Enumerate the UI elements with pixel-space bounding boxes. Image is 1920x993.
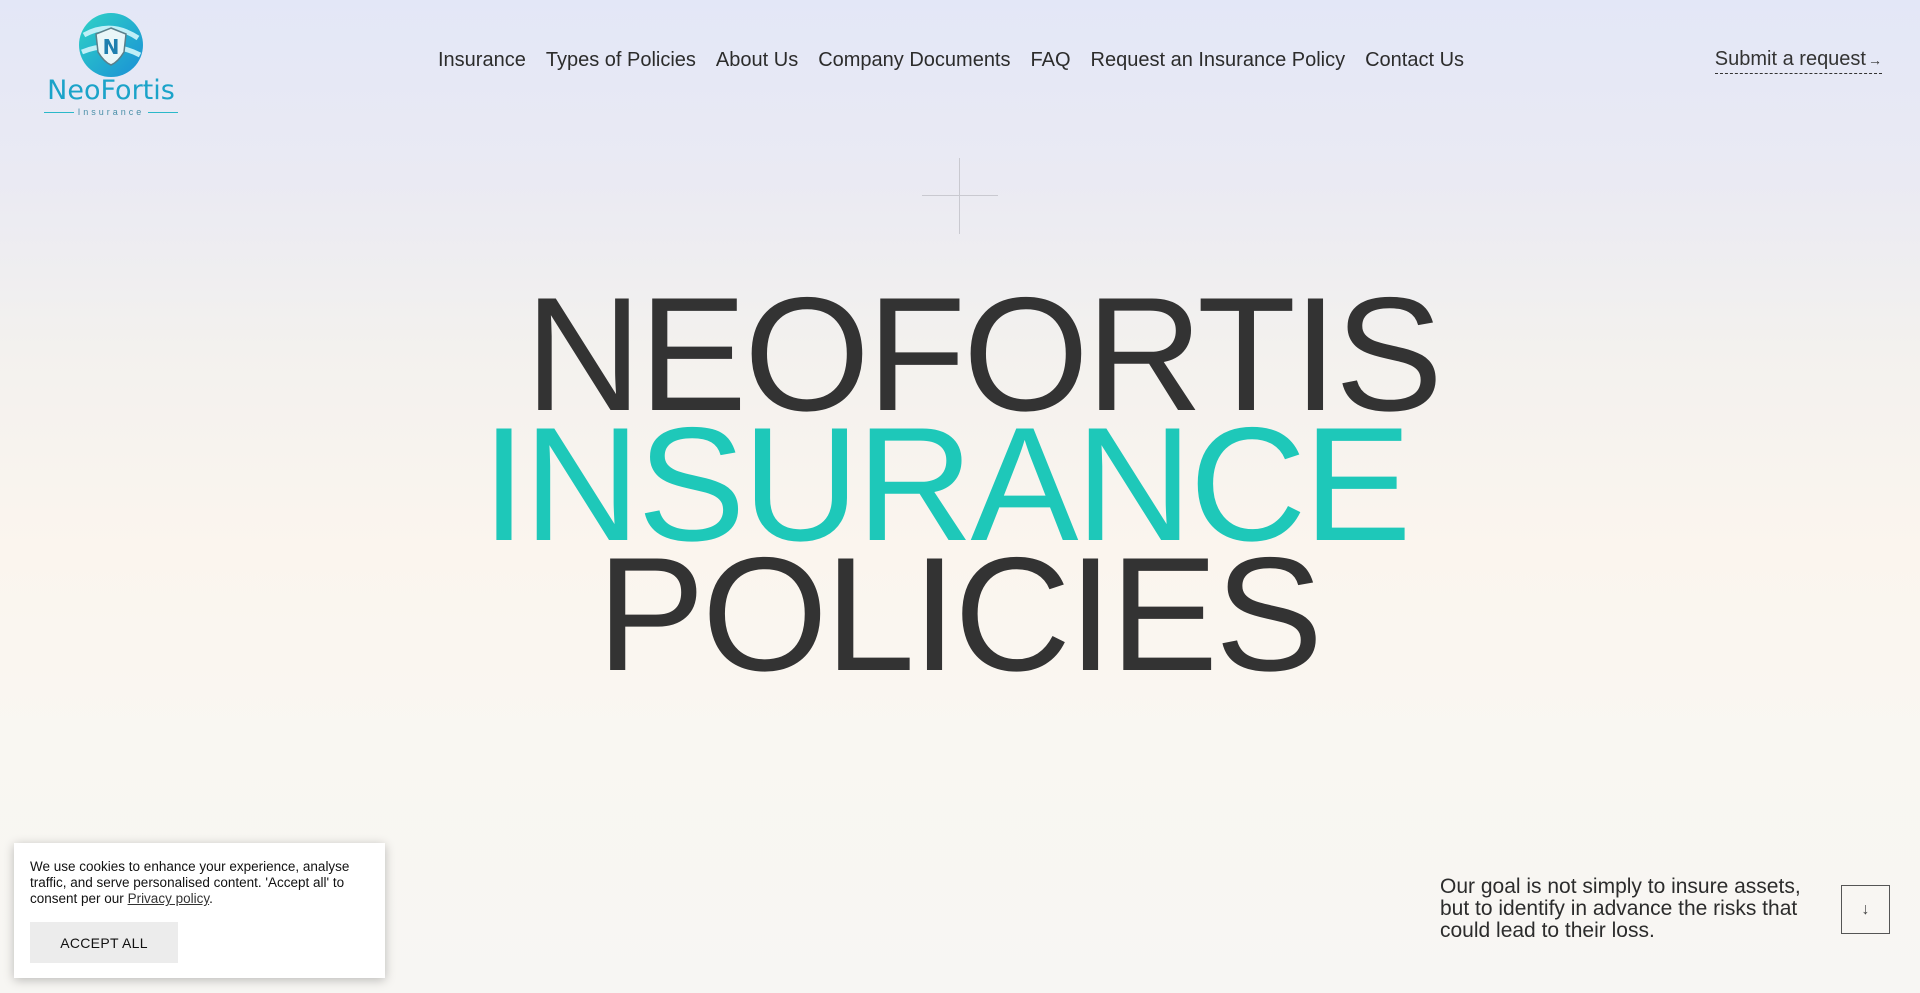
accept-all-button[interactable]: ACCEPT ALL — [30, 922, 178, 963]
hero-line-3: POLICIES — [596, 524, 1323, 705]
nav-insurance[interactable]: Insurance — [438, 46, 526, 74]
goal-statement: Our goal is not simply to insure assets,… — [1440, 875, 1801, 942]
nav-request-policy[interactable]: Request an Insurance Policy — [1091, 46, 1346, 74]
nav-types-of-policies[interactable]: Types of Policies — [546, 46, 696, 74]
cookie-banner: We use cookies to enhance your experienc… — [14, 843, 385, 978]
shield-globe-icon: N — [79, 13, 143, 77]
nav-company-documents[interactable]: Company Documents — [818, 46, 1010, 74]
submit-request-link[interactable]: Submit a request → — [1714, 46, 1882, 74]
privacy-policy-link[interactable]: Privacy policy — [128, 891, 210, 906]
decorative-cross — [922, 158, 998, 234]
scroll-down-button[interactable]: ↓ — [1841, 885, 1890, 934]
nav-faq[interactable]: FAQ — [1031, 46, 1071, 74]
arrow-right-icon: → — [1868, 52, 1882, 68]
logo-subtitle: Insurance — [36, 107, 186, 117]
submit-request-label: Submit a request — [1714, 48, 1866, 70]
logo-text: NeoFortis — [47, 75, 175, 106]
arrow-down-icon: ↓ — [1861, 900, 1870, 918]
main-nav: Insurance Types of Policies About Us Com… — [438, 46, 1484, 74]
nav-contact-us[interactable]: Contact Us — [1365, 46, 1464, 74]
logo[interactable]: N NeoFortis Insurance — [36, 10, 186, 117]
nav-about-us[interactable]: About Us — [716, 46, 798, 74]
svg-text:N: N — [103, 35, 120, 59]
cookie-text: We use cookies to enhance your experienc… — [30, 859, 350, 906]
hero-heading: NEOFORTIS INSURANCE POLICIES — [0, 274, 1920, 705]
